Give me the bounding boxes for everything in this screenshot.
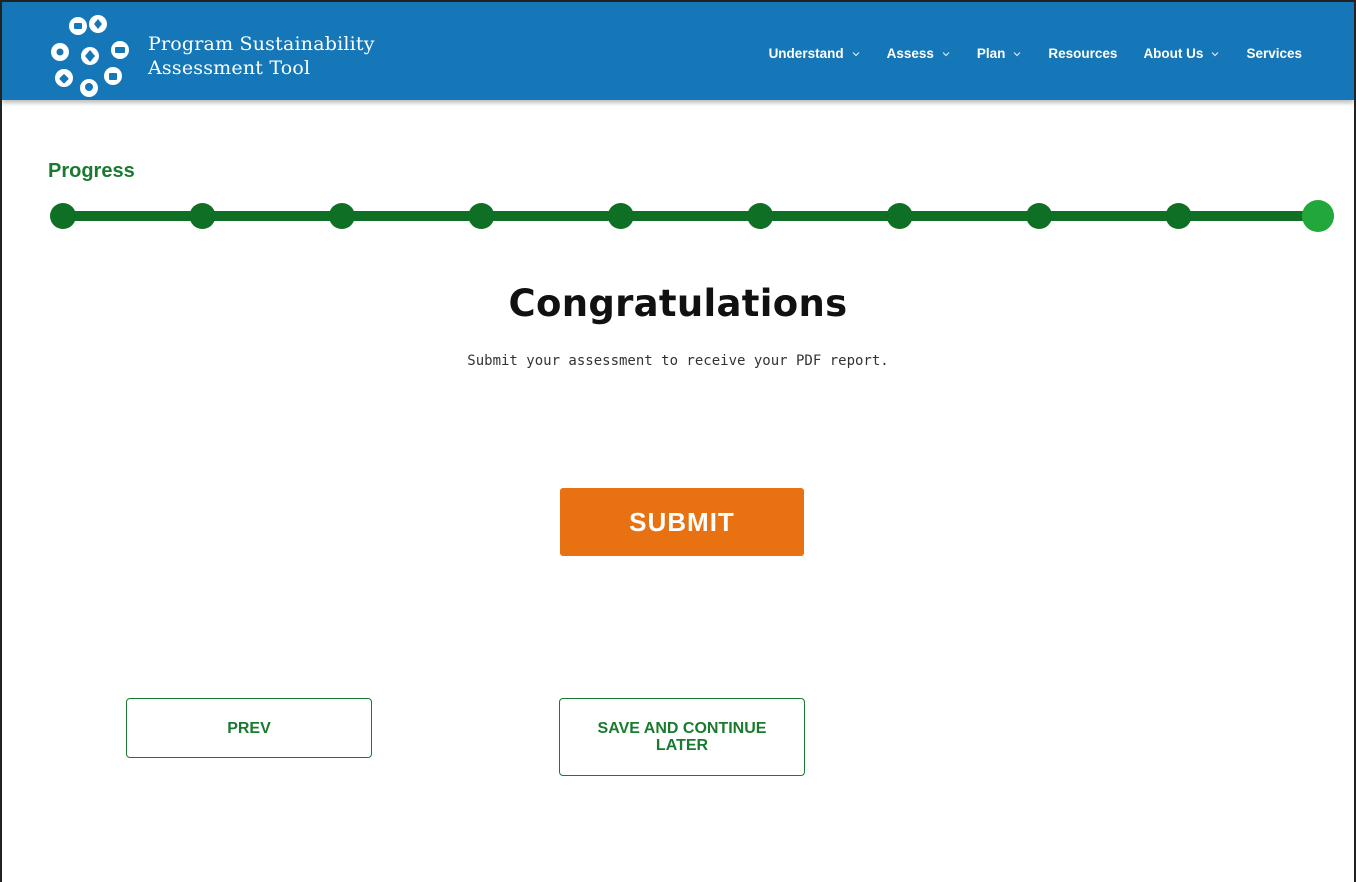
progress-step-complete (50, 203, 76, 229)
progress-step-complete (607, 203, 634, 229)
progress-step-complete (747, 203, 774, 229)
progress-step-current (1302, 200, 1334, 232)
progress-step-complete (886, 203, 913, 229)
page-title: Congratulations (508, 282, 848, 325)
save-button-line2: LATER (655, 737, 709, 754)
prev-button[interactable]: PREV (126, 698, 372, 758)
save-and-continue-later-button[interactable]: SAVE AND CONTINUE LATER (559, 698, 805, 776)
progress-step-complete (1165, 203, 1192, 229)
progress-track (50, 200, 1334, 232)
progress-step-complete (328, 203, 355, 229)
progress-step-complete (1026, 203, 1053, 229)
save-button-label: SAVE AND CONTINUE LATER (598, 720, 767, 754)
save-button-line1: SAVE AND CONTINUE (597, 720, 767, 737)
page: Program Sustainability Assessment Tool U… (0, 0, 1356, 882)
instruction-text: Submit your assessment to receive your P… (467, 353, 889, 369)
submit-button[interactable]: SUBMIT (560, 488, 804, 556)
progress-step-complete (189, 203, 216, 229)
progress-step-complete (468, 203, 495, 229)
